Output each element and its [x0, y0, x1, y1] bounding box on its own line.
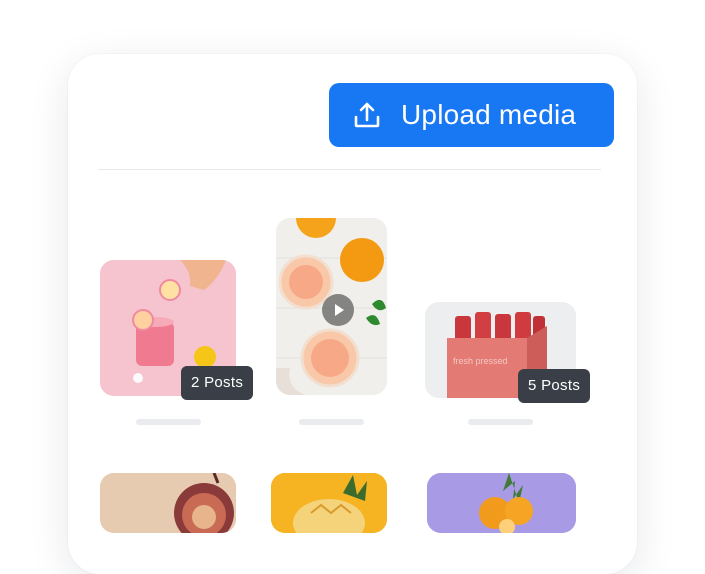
pineapple-image — [271, 473, 387, 533]
caption-placeholder — [136, 419, 201, 425]
posts-count-badge: 5 Posts — [518, 369, 591, 403]
upload-icon — [354, 102, 380, 128]
play-icon[interactable] — [322, 294, 354, 326]
media-tile-orange-drinks-video[interactable] — [276, 218, 387, 395]
upload-media-button[interactable]: Upload media — [329, 83, 614, 147]
media-tile-pineapple[interactable] — [271, 473, 387, 533]
toolbar-divider — [98, 169, 601, 170]
orange-pineapple-image — [427, 473, 576, 533]
fig-image — [100, 473, 236, 533]
pack-label: fresh pressed — [453, 356, 508, 366]
caption-placeholder — [468, 419, 533, 425]
media-tile-orange-pineapple[interactable] — [427, 473, 576, 533]
media-tile-fig[interactable] — [100, 473, 236, 533]
posts-count-badge: 2 Posts — [181, 366, 254, 400]
upload-media-label: Upload media — [401, 99, 577, 130]
caption-placeholder — [299, 419, 364, 425]
